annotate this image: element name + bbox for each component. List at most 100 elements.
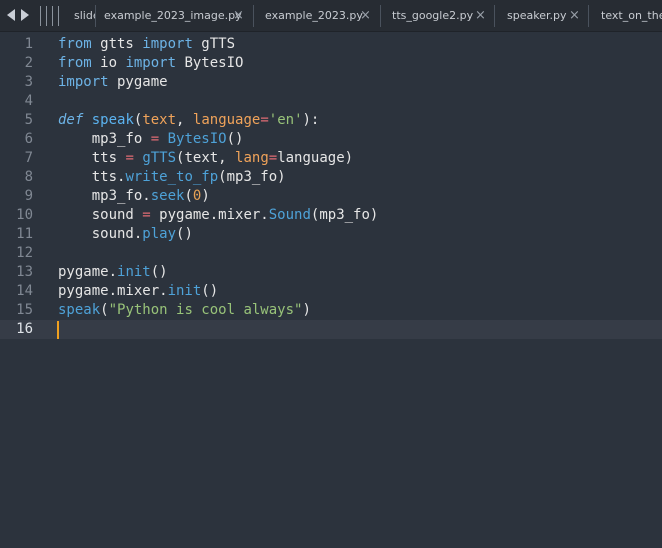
tab-label: text_on_the_ (601, 9, 662, 22)
tab-example-2023-image[interactable]: example_2023_image.py (96, 0, 253, 31)
code-token: pygame.mixer. (150, 207, 269, 223)
code-text: sound.play() (58, 225, 193, 244)
code-token: import (142, 36, 193, 52)
code-token: (mp3_fo) (218, 169, 286, 185)
code-line[interactable]: 5 def speak(text, language='en'): (0, 111, 662, 130)
code-line[interactable]: 6 mp3_fo = BytesIO() (0, 130, 662, 149)
code-token: mp3_fo (58, 131, 151, 147)
code-line[interactable]: 4 (0, 92, 662, 111)
code-token: lang (235, 150, 269, 166)
code-text: mp3_fo.seek(0) (58, 187, 210, 206)
tab-example-2023[interactable]: example_2023.py (254, 0, 376, 31)
tab-text-on-the[interactable]: text_on_the_ (589, 0, 662, 31)
code-line[interactable]: 9 mp3_fo.seek(0) (0, 187, 662, 206)
code-token: "Python is cool always" (108, 302, 303, 318)
tab-back-arrow-icon[interactable] (7, 9, 15, 21)
tab-overflow-stack-icon[interactable] (40, 6, 64, 26)
code-line[interactable]: 7 tts = gTTS(text, lang=language) (0, 149, 662, 168)
tab-forward-arrow-icon[interactable] (21, 9, 29, 21)
code-token: mp3_fo. (58, 188, 151, 204)
code-line[interactable]: 15 speak("Python is cool always") (0, 301, 662, 320)
code-line[interactable]: 13 pygame.init() (0, 263, 662, 282)
code-token: ) (302, 302, 311, 318)
code-line[interactable]: 11 sound.play() (0, 225, 662, 244)
code-token: BytesIO (176, 55, 244, 71)
code-line[interactable]: 8 tts.write_to_fp(mp3_fo) (0, 168, 662, 187)
code-token: init (167, 283, 202, 299)
code-token: (text, (176, 150, 236, 166)
code-token: sound. (58, 226, 143, 242)
line-number: 6 (24, 131, 33, 147)
code-line[interactable]: 14 pygame.mixer.init() (0, 282, 662, 301)
code-line[interactable]: 3 import pygame (0, 73, 662, 92)
line-number: 13 (16, 264, 33, 280)
code-token: = (268, 150, 278, 166)
line-number: 8 (24, 169, 33, 185)
code-token: Sound (268, 207, 311, 223)
code-token: = (150, 131, 160, 147)
tab-label: tts_google2.py (392, 9, 474, 22)
code-text: import pygame (58, 73, 168, 92)
tab-close-icon[interactable]: × (360, 0, 371, 31)
code-token: play (142, 226, 177, 242)
code-text: pygame.init() (58, 263, 168, 282)
code-line[interactable]: 16 (0, 320, 662, 339)
code-text: sound = pygame.mixer.Sound(mp3_fo) (58, 206, 379, 225)
code-token: init (117, 264, 151, 280)
code-token: () (176, 226, 193, 242)
code-line[interactable]: 12 (0, 244, 662, 263)
line-number: 1 (24, 36, 33, 52)
code-token: from (58, 55, 92, 71)
code-token: () (201, 283, 219, 299)
code-text: from gtts import gTTS (58, 35, 235, 54)
code-line[interactable]: 10 sound = pygame.mixer.Sound(mp3_fo) (0, 206, 662, 225)
code-line[interactable]: 1 from gtts import gTTS (0, 35, 662, 54)
code-token: gTTS (142, 150, 177, 166)
code-token: import (125, 55, 177, 71)
code-token: ) (201, 188, 210, 204)
code-token: (mp3_fo) (310, 207, 379, 223)
code-token: io (91, 55, 126, 71)
line-number: 4 (24, 93, 33, 109)
code-token: () (150, 264, 168, 280)
tab-close-icon[interactable]: × (475, 0, 486, 31)
line-number: 10 (16, 207, 33, 223)
code-token: text (142, 112, 177, 128)
tab-close-icon[interactable]: × (233, 0, 244, 31)
tab-close-icon[interactable]: × (569, 0, 580, 31)
code-token: language (192, 112, 261, 128)
code-token: speak (58, 302, 101, 318)
code-text: from io import BytesIO (58, 54, 243, 73)
code-token: gtts (91, 36, 143, 52)
code-text: pygame.mixer.init() (58, 282, 218, 301)
code-token: = (142, 207, 151, 223)
line-number: 3 (24, 74, 33, 90)
code-token: from (58, 36, 92, 52)
code-token: , (176, 112, 193, 128)
tab-slide[interactable]: slide (72, 0, 96, 31)
line-number: 2 (24, 55, 33, 71)
code-token: pygame. (58, 264, 118, 280)
line-number: 16 (16, 321, 33, 337)
line-number: 5 (24, 112, 33, 128)
code-text: mp3_fo = BytesIO() (58, 130, 244, 149)
code-token: pygame.mixer. (58, 283, 168, 299)
line-number: 12 (16, 245, 33, 261)
code-token: language) (277, 150, 354, 166)
code-token: = (125, 150, 134, 166)
code-token: pygame (108, 74, 168, 90)
code-token: BytesIO (167, 131, 227, 147)
code-line[interactable]: 2 from io import BytesIO (0, 54, 662, 73)
code-token: ( (184, 188, 193, 204)
tab-bar: slide example_2023_image.py × example_20… (0, 0, 662, 32)
code-text: tts.write_to_fp(mp3_fo) (58, 168, 286, 187)
code-token: gTTS (192, 36, 236, 52)
code-token: tts (58, 150, 126, 166)
code-text: tts = gTTS(text, lang=language) (58, 149, 353, 168)
code-token: tts. (58, 169, 126, 185)
code-token: = (260, 112, 269, 128)
code-editor[interactable]: 1 from gtts import gTTS 2 from io import By… (0, 32, 662, 548)
code-token: 'en' (268, 112, 303, 128)
